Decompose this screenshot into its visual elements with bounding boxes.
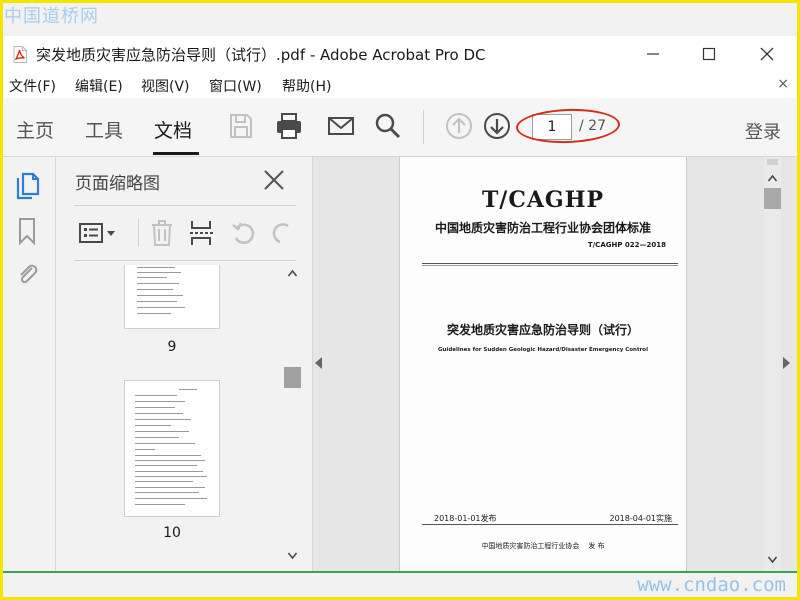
collapse-left-pane-icon[interactable] bbox=[315, 357, 322, 369]
panel-tool-separator bbox=[138, 219, 139, 247]
toolbar-separator bbox=[423, 110, 424, 144]
extract-page-icon[interactable] bbox=[188, 219, 216, 247]
scroll-up-icon[interactable] bbox=[288, 269, 297, 278]
footer-rule bbox=[422, 524, 678, 525]
publisher: 中国地质灾害防治工程行业协会 发 布 bbox=[481, 542, 605, 550]
pdf-file-icon bbox=[13, 46, 27, 63]
menu-edit[interactable]: 编辑(E) bbox=[75, 76, 123, 96]
organization-standard: 中国地质灾害防治工程行业协会团体标准 bbox=[434, 221, 651, 235]
delete-page-icon[interactable] bbox=[148, 219, 176, 247]
menu-window[interactable]: 窗口(W) bbox=[209, 76, 262, 96]
maximize-button[interactable] bbox=[697, 42, 721, 66]
minimize-icon bbox=[647, 53, 659, 55]
standard-code-title: T/CAGHP bbox=[481, 187, 605, 213]
document-view[interactable]: T/CAGHP 中国地质灾害防治工程行业协会团体标准 T/CAGHP 022—2… bbox=[313, 157, 797, 571]
minimize-button[interactable] bbox=[641, 42, 665, 66]
menu-bar: 文件(F) 编辑(E) 视图(V) 窗口(W) 帮助(H) × bbox=[3, 72, 797, 98]
header-rule bbox=[422, 265, 678, 266]
menu-help[interactable]: 帮助(H) bbox=[282, 76, 331, 96]
top-border bbox=[0, 0, 800, 3]
thumbnail-scroll-thumb[interactable] bbox=[284, 367, 301, 388]
header-rule bbox=[422, 263, 678, 264]
attachment-icon[interactable] bbox=[14, 259, 40, 289]
scroll-down-icon[interactable] bbox=[768, 555, 777, 564]
implementation-date: 2018-04-01实施 bbox=[609, 514, 673, 523]
panel-divider bbox=[74, 205, 296, 206]
thumbnail-scrollbar[interactable] bbox=[284, 263, 301, 567]
scroll-up-icon[interactable] bbox=[768, 174, 777, 183]
watermark-bottom: www.cndao.com bbox=[637, 574, 786, 596]
scroll-down-icon[interactable] bbox=[288, 551, 297, 560]
tab-home[interactable]: 主页 bbox=[16, 116, 54, 143]
document-title: 突发地质灾害应急防治导则（试行） bbox=[446, 323, 639, 337]
search-icon[interactable] bbox=[373, 111, 403, 141]
document-title-en: Guidelines for Sudden Geologic Hazard/Di… bbox=[438, 347, 648, 353]
close-panel-icon[interactable] bbox=[263, 169, 285, 191]
thumbnail-panel: 页面缩略图 9 10 bbox=[56, 157, 313, 571]
close-window-button[interactable] bbox=[755, 42, 779, 66]
menu-view[interactable]: 视图(V) bbox=[141, 76, 190, 96]
title-bar: 突发地质灾害应急防治导则（试行）.pdf - Adobe Acrobat Pro… bbox=[3, 36, 797, 72]
page-thumbnail[interactable] bbox=[124, 380, 220, 517]
save-icon[interactable] bbox=[226, 111, 256, 141]
scroll-divider-icon bbox=[767, 159, 778, 165]
maximize-icon bbox=[702, 47, 716, 61]
watermark-top: 中国道桥网 bbox=[4, 6, 99, 27]
tab-tools[interactable]: 工具 bbox=[85, 116, 123, 143]
tab-document[interactable]: 文档 bbox=[154, 116, 192, 143]
print-icon[interactable] bbox=[274, 111, 304, 141]
rotate-left-icon[interactable] bbox=[230, 219, 258, 247]
menu-close-button[interactable]: × bbox=[777, 76, 789, 92]
standard-number: T/CAGHP 022—2018 bbox=[587, 241, 666, 249]
active-tab-underline bbox=[153, 152, 199, 155]
page-thumbnails-icon[interactable] bbox=[14, 171, 40, 201]
email-icon[interactable] bbox=[326, 111, 356, 141]
toolbar: 主页 工具 文档 1 / 27 登录 bbox=[3, 98, 797, 157]
panel-divider bbox=[74, 260, 296, 261]
thumbnail-page-number: 10 bbox=[163, 525, 181, 541]
thumbnail-page-number: 9 bbox=[167, 339, 177, 355]
panel-title: 页面缩略图 bbox=[75, 174, 160, 194]
pdf-page: T/CAGHP 中国地质灾害防治工程行业协会团体标准 T/CAGHP 022—2… bbox=[399, 157, 687, 571]
previous-page-icon[interactable] bbox=[444, 111, 474, 141]
document-scrollbar[interactable] bbox=[764, 157, 781, 571]
navigation-rail bbox=[3, 157, 56, 571]
menu-file[interactable]: 文件(F) bbox=[9, 76, 56, 96]
thumbnail-options-icon[interactable] bbox=[78, 219, 118, 247]
document-scroll-thumb[interactable] bbox=[764, 188, 781, 209]
close-icon bbox=[760, 47, 774, 61]
login-link[interactable]: 登录 bbox=[745, 118, 781, 144]
next-page-icon[interactable] bbox=[482, 111, 512, 141]
issue-date: 2018-01-01发布 bbox=[434, 514, 497, 523]
window-title: 突发地质灾害应急防治导则（试行）.pdf - Adobe Acrobat Pro… bbox=[36, 46, 486, 64]
page-thumbnail[interactable] bbox=[124, 265, 220, 329]
rotate-right-icon[interactable] bbox=[272, 219, 290, 247]
bookmark-icon[interactable] bbox=[14, 216, 40, 246]
highlight-ellipse-annotation bbox=[515, 107, 621, 145]
expand-right-pane-icon[interactable] bbox=[783, 357, 790, 369]
